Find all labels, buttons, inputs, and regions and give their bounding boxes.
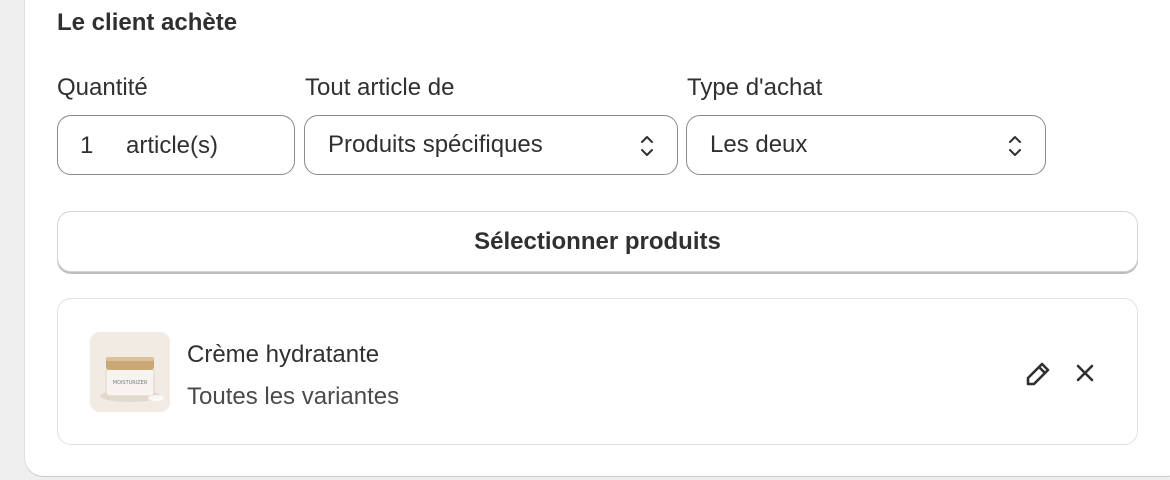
- chevron-up-down-icon: [1009, 136, 1021, 156]
- selected-product-row: MOISTURIZER Crème hydratante Toutes les …: [57, 298, 1138, 445]
- moisturizer-jar-image: MOISTURIZER: [90, 332, 170, 412]
- purchase-type-label: Type d'achat: [687, 74, 823, 101]
- svg-text:MOISTURIZER: MOISTURIZER: [113, 380, 148, 386]
- purchase-type-selected-value: Les deux: [710, 131, 808, 158]
- close-icon[interactable]: [1071, 359, 1099, 387]
- chevron-up-down-icon: [641, 136, 653, 156]
- purchase-type-select[interactable]: Les deux: [686, 115, 1046, 175]
- product-variants: Toutes les variantes: [187, 383, 400, 410]
- product-thumbnail: MOISTURIZER: [90, 332, 170, 412]
- quantity-value[interactable]: 1: [80, 132, 93, 160]
- quantity-suffix: article(s): [126, 132, 219, 159]
- product-name: Crème hydratante: [187, 341, 380, 368]
- section-title: Le client achète: [57, 9, 238, 36]
- items-from-label: Tout article de: [305, 74, 455, 101]
- items-from-select[interactable]: Produits spécifiques: [304, 115, 678, 175]
- quantity-field[interactable]: 1 article(s): [57, 115, 295, 175]
- quantity-label: Quantité: [57, 74, 148, 101]
- select-products-button[interactable]: Sélectionner produits: [57, 211, 1138, 272]
- items-from-selected-value: Produits spécifiques: [328, 131, 543, 158]
- pencil-icon[interactable]: [1023, 359, 1053, 389]
